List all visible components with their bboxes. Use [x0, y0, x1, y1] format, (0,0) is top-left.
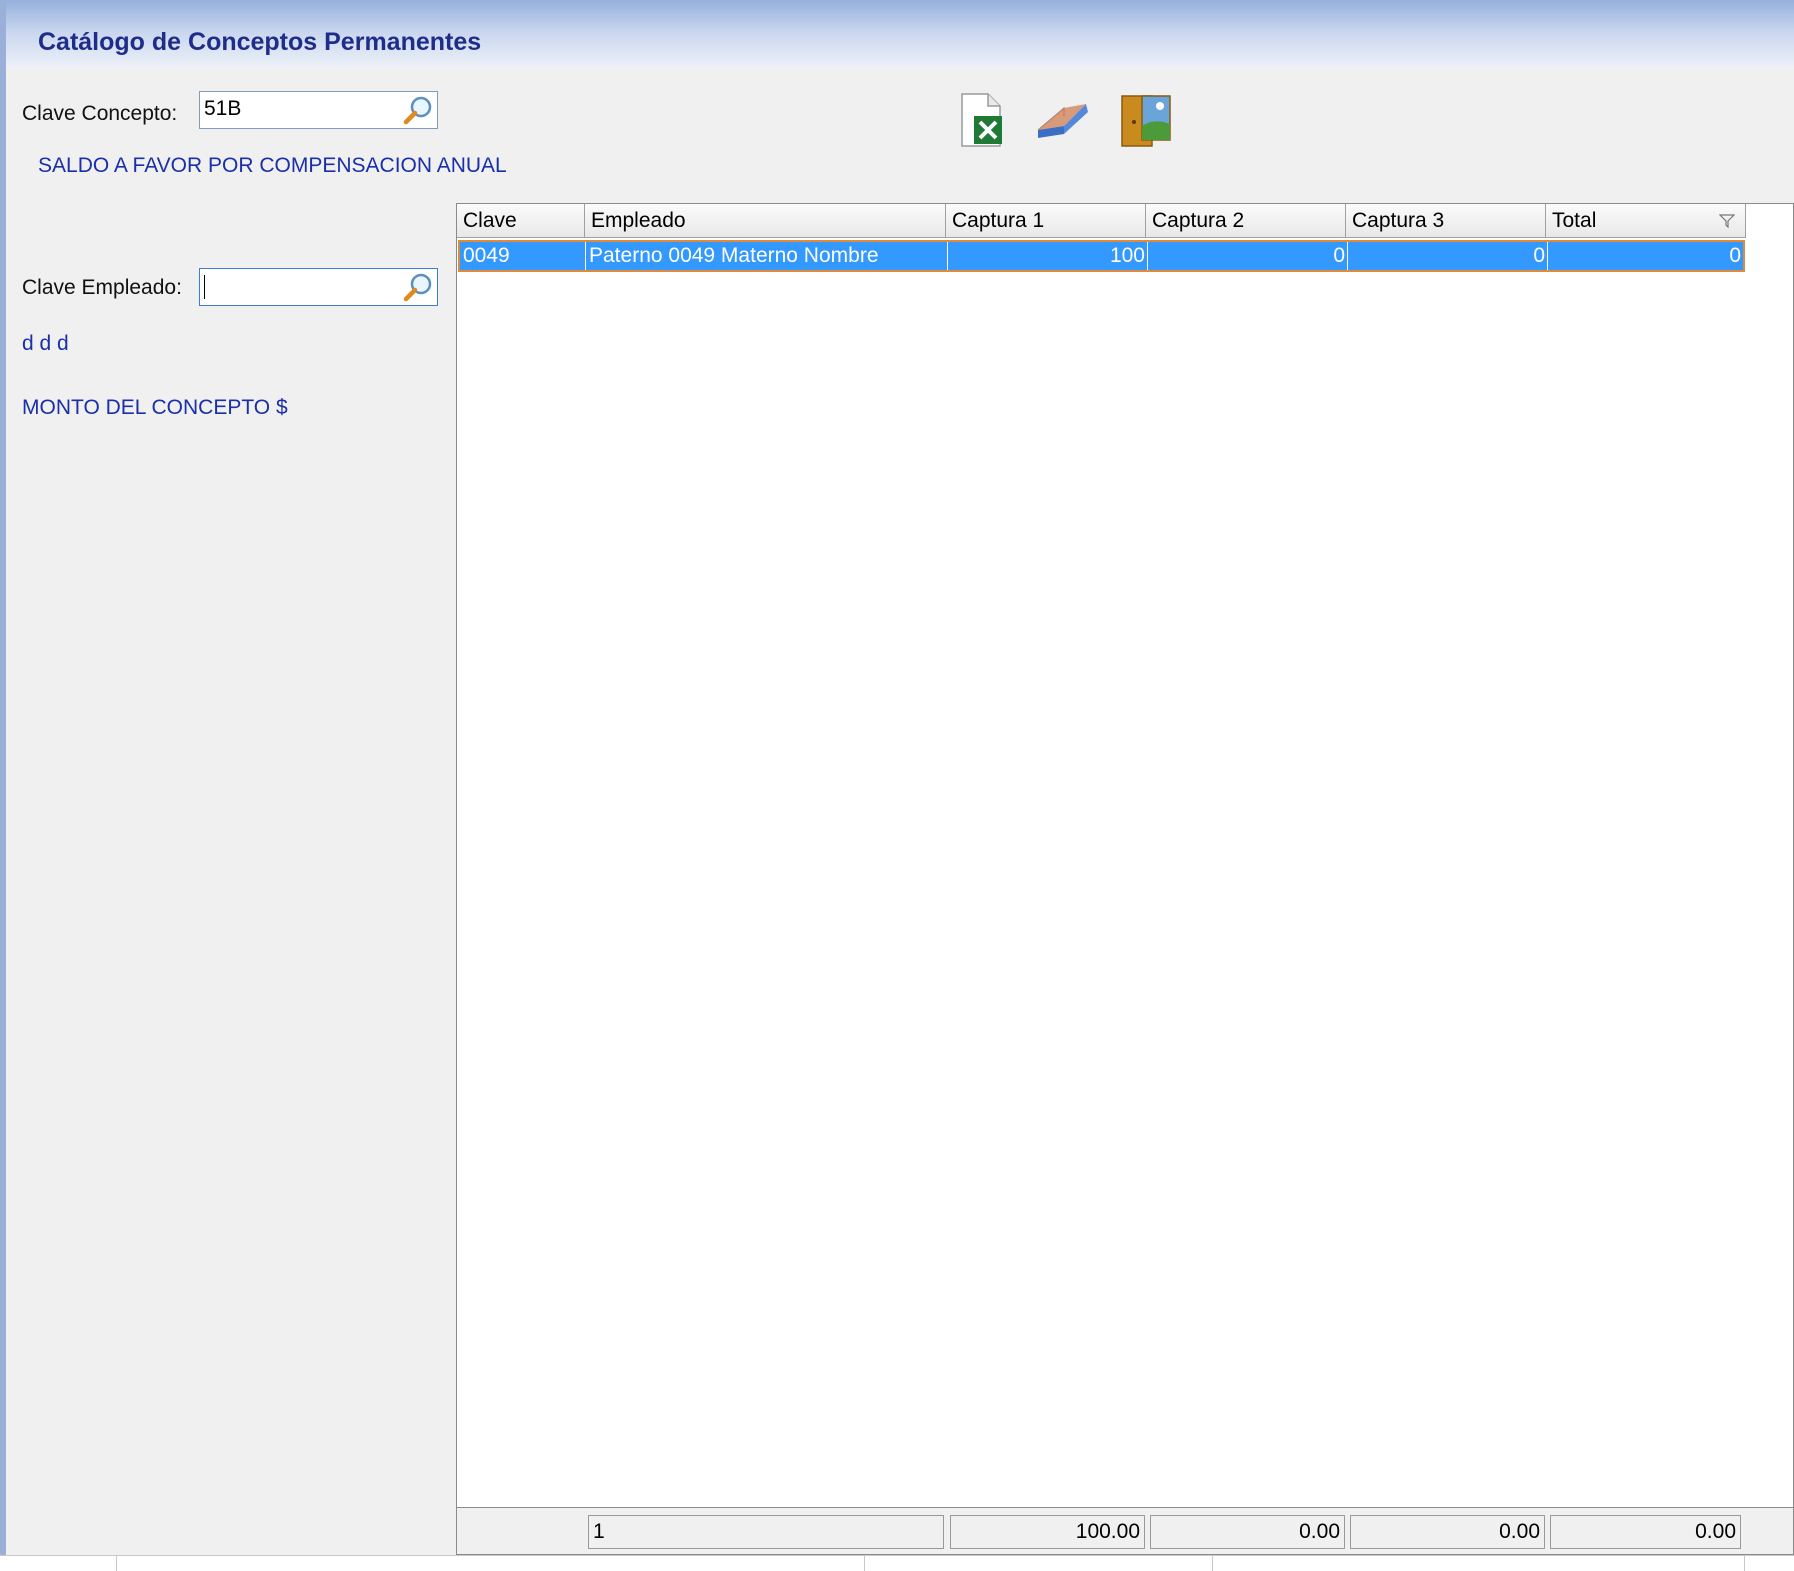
exit-door-icon — [1121, 95, 1171, 147]
clave-empleado-input[interactable] — [204, 271, 394, 301]
clear-button[interactable] — [1034, 92, 1094, 152]
search-icon — [403, 96, 432, 125]
column-header-captura-3[interactable]: Captura 3 — [1346, 204, 1546, 238]
column-header-captura-2[interactable]: Captura 2 — [1146, 204, 1346, 238]
clave-concepto-input[interactable] — [204, 94, 394, 124]
status-separator — [1744, 1556, 1745, 1571]
cell-captura-2[interactable]: 0 — [1148, 242, 1348, 270]
status-separator — [116, 1556, 117, 1571]
table-row[interactable]: 0049 Paterno 0049 Materno Nombre 100 0 0… — [458, 240, 1745, 272]
cell-clave[interactable]: 0049 — [460, 242, 586, 270]
clave-empleado-label: Clave Empleado: — [22, 276, 182, 299]
window-left-border — [0, 0, 6, 1570]
text-caret — [204, 275, 205, 299]
title-bar: Catálogo de Conceptos Permanentes — [6, 0, 1794, 68]
status-separator — [864, 1556, 865, 1571]
status-separator — [1212, 1556, 1213, 1571]
filter-icon[interactable] — [1719, 214, 1735, 228]
status-bar — [0, 1555, 1794, 1571]
cell-total[interactable]: 0 — [1548, 242, 1743, 270]
excel-export-button[interactable] — [956, 90, 1008, 150]
search-icon — [403, 273, 432, 302]
eraser-icon — [1037, 104, 1088, 138]
clave-concepto-field[interactable] — [199, 91, 438, 129]
monto-concepto-label: MONTO DEL CONCEPTO $ — [22, 396, 288, 419]
grid-footer: 1 100.00 0.00 0.00 0.00 — [457, 1507, 1793, 1554]
footer-count: 1 — [588, 1515, 944, 1549]
concepto-description: SALDO A FAVOR POR COMPENSACION ANUAL — [38, 154, 507, 177]
footer-total: 0.00 — [1550, 1515, 1741, 1549]
window-title: Catálogo de Conceptos Permanentes — [38, 28, 482, 56]
footer-captura-1: 100.00 — [950, 1515, 1145, 1549]
exit-button[interactable] — [1120, 90, 1172, 150]
clave-empleado-field[interactable] — [199, 268, 438, 306]
search-empleado-button[interactable] — [401, 271, 435, 303]
column-header-empleado[interactable]: Empleado — [585, 204, 946, 238]
header-filler — [1746, 204, 1793, 238]
conceptos-grid[interactable]: Clave Empleado Captura 1 Captura 2 Captu… — [456, 203, 1794, 1555]
cell-empleado[interactable]: Paterno 0049 Materno Nombre — [586, 242, 948, 270]
excel-export-icon — [961, 93, 1002, 147]
footer-captura-2: 0.00 — [1150, 1515, 1345, 1549]
footer-captura-3: 0.00 — [1350, 1515, 1545, 1549]
column-header-total-label: Total — [1552, 209, 1597, 232]
clave-concepto-label: Clave Concepto: — [22, 102, 178, 125]
column-header-total[interactable]: Total — [1546, 204, 1746, 238]
empleado-name: d d d — [22, 332, 69, 355]
column-header-clave[interactable]: Clave — [457, 204, 585, 238]
cell-captura-1[interactable]: 100 — [948, 242, 1148, 270]
column-header-captura-1[interactable]: Captura 1 — [946, 204, 1146, 238]
search-concepto-button[interactable] — [401, 94, 435, 126]
cell-captura-3[interactable]: 0 — [1348, 242, 1548, 270]
